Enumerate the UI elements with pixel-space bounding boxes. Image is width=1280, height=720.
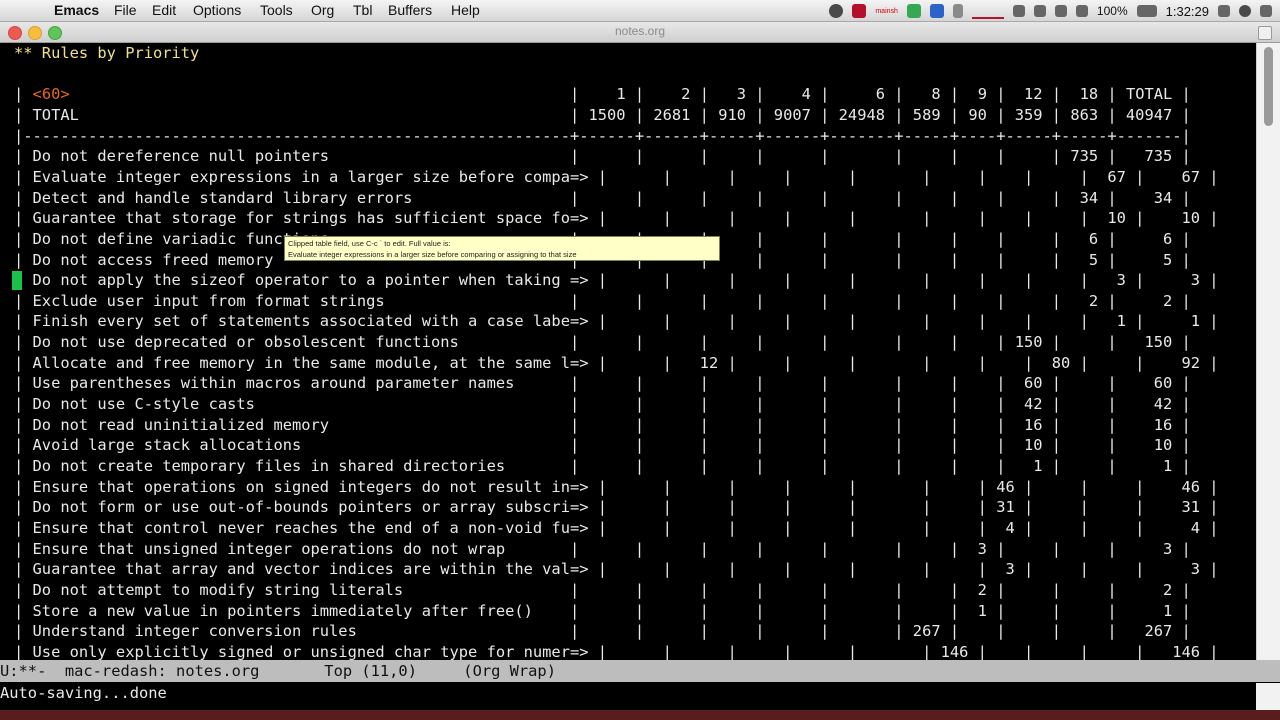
table-row[interactable]: | Do not form or use out-of-bounds point… <box>14 497 1219 518</box>
clock[interactable]: 1:32:29 <box>1166 4 1209 19</box>
menu-emacs[interactable]: Emacs <box>54 2 99 18</box>
trash-icon[interactable] <box>952 4 963 18</box>
echo-scroll-gutter <box>1256 683 1280 710</box>
table-row[interactable]: | Use only explicitly signed or unsigned… <box>14 642 1219 660</box>
table-row[interactable]: | Do not read uninitialized memory | | |… <box>14 415 1191 436</box>
notification-center-icon[interactable] <box>1260 5 1272 17</box>
battery-icon[interactable] <box>1136 5 1157 17</box>
table-row[interactable]: | Allocate and free memory in the same m… <box>14 353 1219 374</box>
audio-meter-icon[interactable] <box>971 3 1004 19</box>
status-menus: mainsh 100% 1:32:29 <box>829 2 1272 20</box>
time-machine-icon[interactable] <box>1033 5 1046 17</box>
table-row[interactable]: | Do not create temporary files in share… <box>14 456 1191 477</box>
menu-tools[interactable]: Tools <box>260 2 293 18</box>
org-heading[interactable]: ** Rules by Priority <box>14 43 199 64</box>
menu-file[interactable]: File <box>114 2 137 18</box>
fullscreen-button[interactable] <box>1258 26 1272 40</box>
table-row[interactable]: | Understand integer conversion rules | … <box>14 621 1191 642</box>
header-cells: | 1 | 2 | 3 | 4 | 6 | 8 | 9 | 12 | 18 | … <box>69 85 1191 104</box>
tooltip-line-1: Clipped table field, use C-c ` to edit. … <box>288 239 451 248</box>
table-row[interactable]: | Ensure that operations on signed integ… <box>14 477 1219 498</box>
user-icon[interactable] <box>1218 5 1230 17</box>
dropbox-icon[interactable] <box>929 4 944 18</box>
menu-org[interactable]: Org <box>311 2 334 18</box>
table-row[interactable]: | Use parentheses within macros around p… <box>14 373 1191 394</box>
window-title: notes.org <box>614 24 666 38</box>
table-row[interactable]: | Ensure that unsigned integer operation… <box>14 539 1191 560</box>
table-row[interactable]: | Avoid large stack allocations | | | | … <box>14 435 1191 456</box>
battery-status[interactable]: 100% <box>1097 4 1128 18</box>
table-row[interactable]: | Ensure that control never reaches the … <box>14 518 1219 539</box>
table-row[interactable]: | Do not dereference null pointers | | |… <box>14 146 1191 167</box>
menu-options[interactable]: Options <box>193 2 241 18</box>
menu-buffers[interactable]: Buffers <box>388 2 432 18</box>
table-row[interactable]: | Detect and handle standard library err… <box>14 188 1191 209</box>
wifi-icon[interactable] <box>1054 5 1067 17</box>
cell-pipe: | <box>14 85 33 104</box>
title-bar[interactable]: notes.org <box>0 22 1280 43</box>
vertical-scrollbar[interactable] <box>1256 43 1280 660</box>
volume-icon[interactable] <box>1075 5 1088 17</box>
sync-icon[interactable] <box>829 4 844 18</box>
menu-tbl[interactable]: Tbl <box>353 2 372 18</box>
table-row[interactable]: | Do not apply the sizeof operator to a … <box>14 270 1219 291</box>
table-row[interactable]: | Exclude user input from format strings… <box>14 291 1191 312</box>
table-row[interactable]: | Guarantee that array and vector indice… <box>14 559 1219 580</box>
table-header-row[interactable]: | <60> | 1 | 2 | 3 | 4 | 6 | 8 | 9 | 12 … <box>14 84 1191 105</box>
table-separator[interactable]: |---------------------------------------… <box>14 126 1191 147</box>
echo-area[interactable]: Auto-saving...done <box>0 683 1256 710</box>
table-row[interactable]: | Store a new value in pointers immediat… <box>14 601 1191 622</box>
table-total-row[interactable]: | TOTAL | 1500 | 2681 | 910 | 9007 | 249… <box>14 105 1191 126</box>
user-name-label: mainsh <box>875 7 898 15</box>
menu-help[interactable]: Help <box>451 2 480 18</box>
menu-bar: Emacs File Edit Options Tools Org Tbl Bu… <box>0 0 1280 22</box>
mode-line: U:**- mac-redash: notes.org Top (11,0) (… <box>0 660 1280 682</box>
table-row[interactable]: | Do not use deprecated or obsolescent f… <box>14 332 1191 353</box>
width-cookie[interactable]: <60> <box>33 85 70 103</box>
tooltip-line-2: Evaluate integer expressions in a larger… <box>288 250 577 259</box>
scrollbar-thumb[interactable] <box>1264 47 1273 126</box>
org-buffer[interactable]: ** Rules by Priority | <60> | 1 | 2 | 3 |… <box>0 43 1256 660</box>
table-row[interactable]: | Do not attempt to modify string litera… <box>14 580 1191 601</box>
app-status-icon[interactable] <box>852 4 867 18</box>
table-row[interactable]: | Guarantee that storage for strings has… <box>14 208 1219 229</box>
text-cursor <box>12 271 22 290</box>
table-row[interactable]: | Evaluate integer expressions in a larg… <box>14 167 1219 188</box>
tooltip: Clipped table field, use C-c ` to edit. … <box>284 236 720 261</box>
spotlight-icon[interactable] <box>1239 5 1251 17</box>
table-row[interactable]: | Do not use C-style casts | | | | | | |… <box>14 394 1191 415</box>
evernote-icon[interactable] <box>906 4 921 18</box>
table-row[interactable]: | Finish every set of statements associa… <box>14 311 1219 332</box>
menu-edit[interactable]: Edit <box>152 2 176 18</box>
emacs-window: notes.org ** Rules by Priority | <60> | 1… <box>0 22 1280 710</box>
eject-icon[interactable] <box>1012 5 1025 17</box>
